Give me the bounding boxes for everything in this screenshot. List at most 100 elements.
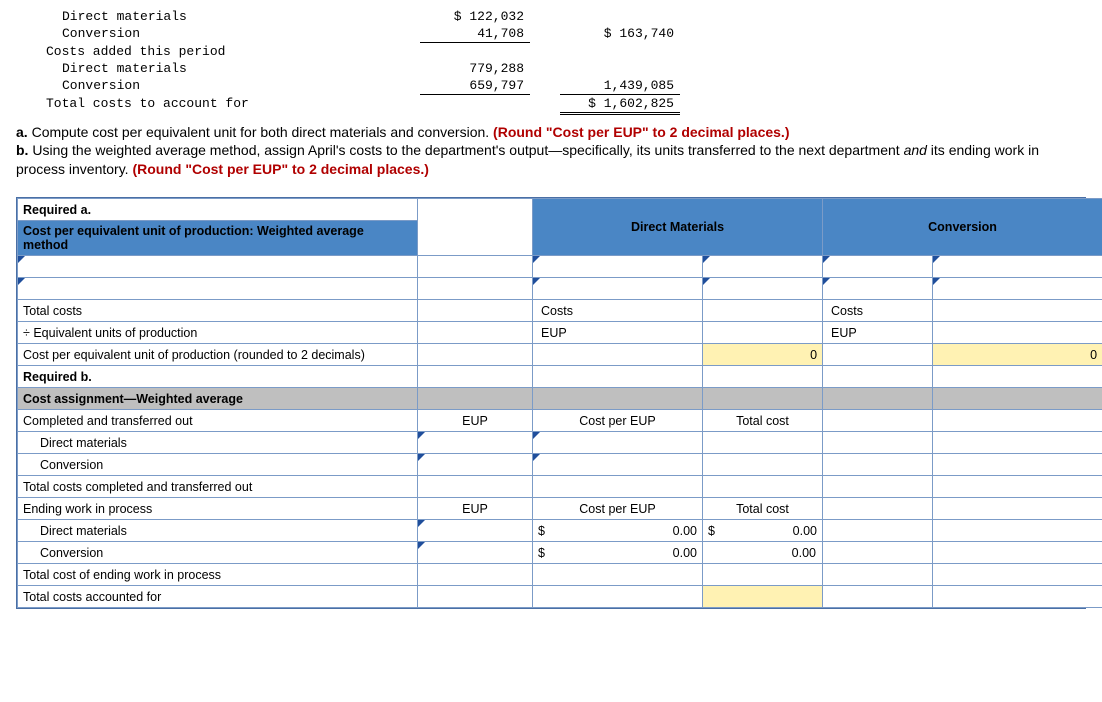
- ewip-conv-eup[interactable]: [418, 542, 533, 564]
- conv-amount: 41,708: [420, 25, 530, 43]
- row-total-costs: Total costs Costs Costs: [18, 300, 1102, 322]
- dm-costs-value[interactable]: [703, 300, 823, 322]
- conv-subtotal: $ 163,740: [560, 25, 680, 43]
- instr-a-text: Compute cost per equivalent unit for bot…: [28, 124, 493, 140]
- row-cto-conv: Conversion: [18, 454, 1102, 476]
- blank-row-1: [18, 256, 1102, 278]
- row-cto: Completed and transferred out EUP Cost p…: [18, 410, 1102, 432]
- dm-label: Direct materials: [40, 8, 420, 25]
- dm-eup-value[interactable]: [703, 322, 823, 344]
- ewip-label: Ending work in process: [18, 498, 418, 520]
- conv-val-input[interactable]: [933, 278, 1102, 300]
- cto-dm-tc[interactable]: [703, 432, 823, 454]
- cpe-col-header: Cost per EUP: [533, 410, 703, 432]
- conv-costs-label: Costs: [823, 300, 933, 322]
- dm2-label: Direct materials: [40, 60, 420, 77]
- conv-header: Conversion: [823, 199, 1102, 256]
- conv-costs-value[interactable]: [933, 300, 1102, 322]
- cpe-col-header-2: Cost per EUP: [533, 498, 703, 520]
- total-ewip-label: Total cost of ending work in process: [18, 564, 418, 586]
- conv-label: Conversion: [40, 25, 420, 43]
- title-b: Cost assignment—Weighted average: [18, 388, 418, 410]
- added-subtotal: 1,439,085: [560, 77, 680, 95]
- ewip-dm-label: Direct materials: [18, 520, 418, 542]
- dm-costs-label: Costs: [533, 300, 703, 322]
- instr-a-prefix: a.: [16, 124, 28, 140]
- cto-conv-eup[interactable]: [418, 454, 533, 476]
- grand-total: $ 1,602,825: [560, 94, 680, 113]
- cto-dm-label: Direct materials: [18, 432, 418, 454]
- instr-a-red: (Round "Cost per EUP" to 2 decimal place…: [493, 124, 789, 140]
- eup-col-header-2: EUP: [418, 498, 533, 520]
- grand-label: Total costs to account for: [40, 94, 420, 113]
- desc-input[interactable]: [18, 256, 418, 278]
- instructions: a. Compute cost per equivalent unit for …: [16, 123, 1086, 180]
- ewip-conv-cpe: $ 0.00: [533, 542, 703, 564]
- ewip-dm-cpe: $ 0.00: [533, 520, 703, 542]
- row-cpeup: Cost per equivalent unit of production (…: [18, 344, 1102, 366]
- dm-amount: $ 122,032: [420, 8, 530, 25]
- added-label: Costs added this period: [40, 43, 420, 60]
- cto-conv-cpe[interactable]: [533, 454, 703, 476]
- eup-row-label: ÷ Equivalent units of production: [18, 322, 418, 344]
- worksheet: Required a. Direct Materials Conversion …: [16, 197, 1086, 609]
- desc-input[interactable]: [18, 278, 418, 300]
- total-costs-label: Total costs: [18, 300, 418, 322]
- total-ewip-value[interactable]: [703, 564, 823, 586]
- money-value: 0.00: [793, 524, 817, 538]
- ewip-dm-eup[interactable]: [418, 520, 533, 542]
- currency-symbol: $: [538, 524, 545, 538]
- instr-b-prefix: b.: [16, 142, 28, 158]
- required-b-label: Required b.: [18, 366, 418, 388]
- eup-col-header: EUP: [418, 410, 533, 432]
- cto-label: Completed and transferred out: [18, 410, 418, 432]
- conv-input[interactable]: [823, 278, 933, 300]
- dm-val-input[interactable]: [703, 278, 823, 300]
- cost-summary-table: Direct materials $ 122,032 Conversion 41…: [40, 8, 680, 115]
- instr-b-red: (Round "Cost per EUP" to 2 decimal place…: [132, 161, 428, 177]
- cpeup-label: Cost per equivalent unit of production (…: [18, 344, 418, 366]
- row-ewip-dm: Direct materials $ 0.00 $ 0.00: [18, 520, 1102, 542]
- instr-b-text: Using the weighted average method, assig…: [28, 142, 903, 158]
- blank-row-2: [18, 278, 1102, 300]
- row-required-a: Required a. Direct Materials Conversion: [18, 199, 1102, 221]
- row-required-b: Required b.: [18, 366, 1102, 388]
- cto-dm-eup[interactable]: [418, 432, 533, 454]
- money-value: 0.00: [673, 546, 697, 560]
- ewip-dm-tc: $ 0.00: [703, 520, 823, 542]
- row-tcaf: Total costs accounted for: [18, 586, 1102, 608]
- cto-dm-cpe[interactable]: [533, 432, 703, 454]
- row-ewip: Ending work in process EUP Cost per EUP …: [18, 498, 1102, 520]
- dm2-amount: 779,288: [420, 60, 530, 77]
- conv2-label: Conversion: [40, 77, 420, 95]
- conv-eup-label: EUP: [823, 322, 933, 344]
- currency-symbol: $: [708, 524, 715, 538]
- conv2-amount: 659,797: [420, 77, 530, 95]
- currency-symbol: $: [538, 546, 545, 560]
- tc-col-header-2: Total cost: [703, 498, 823, 520]
- tc-col-header: Total cost: [703, 410, 823, 432]
- cto-conv-label: Conversion: [18, 454, 418, 476]
- dm-val-input[interactable]: [703, 256, 823, 278]
- conv-val-input[interactable]: [933, 256, 1102, 278]
- row-cto-dm: Direct materials: [18, 432, 1102, 454]
- conv-cpeup-value: 0: [933, 344, 1102, 366]
- instr-b-italic: and: [904, 142, 927, 158]
- total-cto-label: Total costs completed and transferred ou…: [18, 476, 418, 498]
- row-total-cto: Total costs completed and transferred ou…: [18, 476, 1102, 498]
- required-a-label: Required a.: [18, 199, 418, 221]
- conv-input[interactable]: [823, 256, 933, 278]
- total-cto-value[interactable]: [703, 476, 823, 498]
- tcaf-value: [703, 586, 823, 608]
- dm-input[interactable]: [533, 278, 703, 300]
- conv-eup-value[interactable]: [933, 322, 1102, 344]
- ewip-conv-label: Conversion: [18, 542, 418, 564]
- cto-conv-tc[interactable]: [703, 454, 823, 476]
- title-a: Cost per equivalent unit of production: …: [18, 221, 418, 256]
- tcaf-label: Total costs accounted for: [18, 586, 418, 608]
- ewip-conv-tc: 0.00: [703, 542, 823, 564]
- row-total-ewip: Total cost of ending work in process: [18, 564, 1102, 586]
- dm-eup-label: EUP: [533, 322, 703, 344]
- money-value: 0.00: [673, 524, 697, 538]
- dm-input[interactable]: [533, 256, 703, 278]
